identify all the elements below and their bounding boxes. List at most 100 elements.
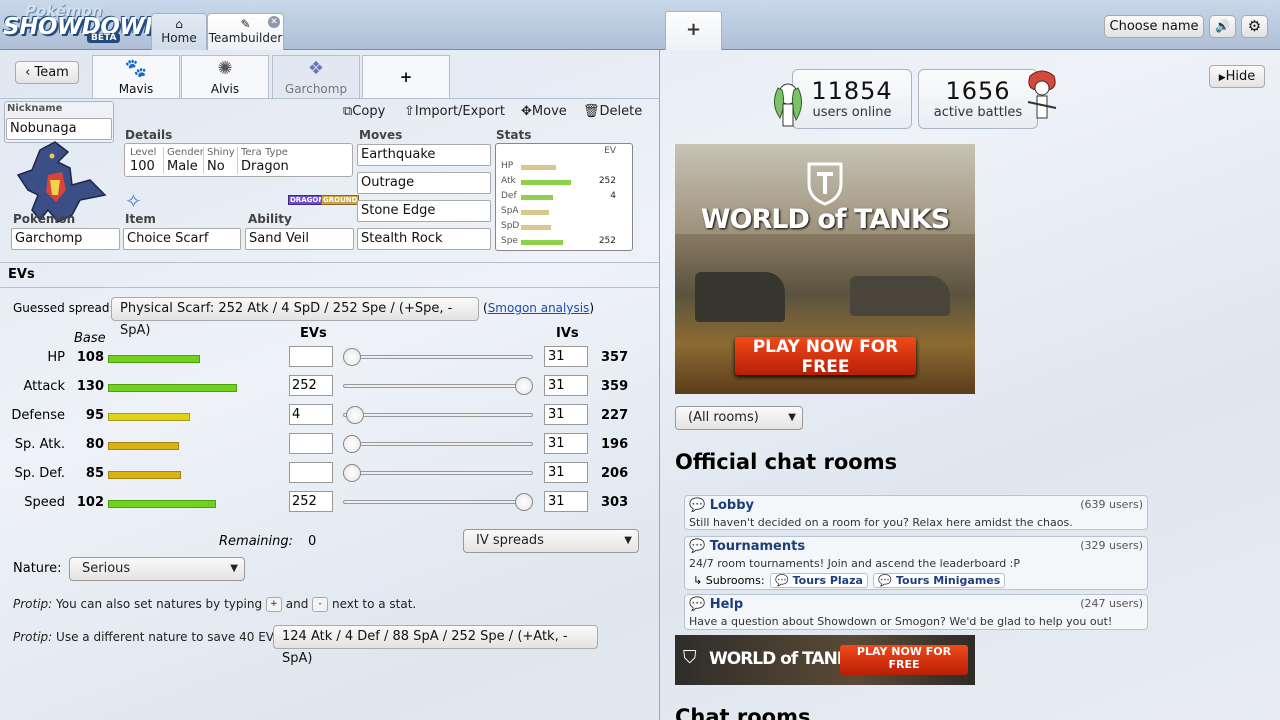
top-bar: Pokémon SHOWDOWN BETA ⌂ Home ✎ Teambuild…	[0, 0, 1280, 50]
details-box[interactable]: Level 100 Gender Male Shiny No Tera Type Dra…	[124, 143, 353, 177]
iv-spreads-select[interactable]: IV spreads ▼	[463, 529, 639, 553]
paren-close: )	[589, 301, 594, 315]
showdown-logo[interactable]: Pokémon SHOWDOWN BETA	[3, 2, 164, 46]
room-name-text: Lobby	[709, 498, 755, 513]
pokemon-input[interactable]: Garchomp	[11, 228, 120, 250]
move-2-input[interactable]: Outrage	[357, 172, 491, 194]
ev-input[interactable]: 4	[289, 404, 333, 425]
pokemon-tab-garchomp[interactable]: ❖ Garchomp	[272, 55, 360, 98]
stat-base-bar	[108, 500, 216, 508]
remaining-value: 0	[308, 534, 317, 549]
ev-input[interactable]: 252	[289, 375, 333, 396]
iv-input[interactable]: 31	[544, 491, 588, 512]
alvis-sprite-icon: ✺	[217, 58, 233, 79]
ev-slider-handle[interactable]	[346, 406, 364, 424]
new-tab-button[interactable]: +	[665, 11, 722, 50]
ev-slider-handle[interactable]	[343, 348, 361, 366]
mini-stat-row: SpA	[496, 205, 632, 219]
ad-play-button[interactable]: PLAY NOW FOR FREE	[840, 645, 968, 675]
subroom-tours-minigames[interactable]: 💬 Tours Minigames	[873, 573, 1006, 588]
ev-slider-track[interactable]	[343, 500, 533, 504]
alternate-spread-button[interactable]: 124 Atk / 4 Def / 88 SpA / 252 Spe / (+A…	[273, 625, 598, 666]
stats-summary-button[interactable]: EV HP Atk 252 Def 4 SpA SpD Spe 252	[495, 143, 633, 251]
back-to-team-button[interactable]: ‹ Team	[15, 61, 79, 84]
remaining-label: Remaining:	[219, 534, 293, 549]
base-column-header: Base	[74, 331, 106, 346]
close-icon[interactable]: ✕	[268, 16, 280, 28]
room-tournaments[interactable]: 💬 Tournaments (329 users) 24/7 room tour…	[684, 536, 1148, 590]
stat-name: Attack	[23, 379, 65, 394]
room-help[interactable]: 💬 Help (247 users) Have a question about…	[684, 594, 1148, 630]
stat-name: Sp. Def.	[14, 466, 65, 481]
item-input[interactable]: Choice Scarf	[123, 228, 241, 250]
ad-play-button[interactable]: PLAY NOW FOR FREE	[735, 337, 916, 377]
pokemon-label: Pokémon	[13, 212, 76, 226]
ev-input[interactable]: 252	[289, 491, 333, 512]
iv-input[interactable]: 31	[544, 433, 588, 454]
tab-home[interactable]: ⌂ Home	[151, 13, 207, 50]
room-filter-select[interactable]: (All rooms) ▼	[675, 406, 803, 430]
sound-icon[interactable]: 🔊	[1209, 15, 1236, 38]
ev-slider-handle[interactable]	[343, 464, 361, 482]
logo-main-text: SHOWDOWN	[3, 14, 164, 40]
protip-text: next to a stat.	[331, 597, 417, 611]
gender-value: Male	[167, 159, 198, 174]
delete-button[interactable]: 🗑Delete	[583, 104, 642, 119]
stat-base-value: 85	[85, 466, 104, 481]
subroom-tours-plaza[interactable]: 💬 Tours Plaza	[770, 573, 868, 588]
gear-icon[interactable]: ⚙	[1241, 15, 1268, 38]
advertisement-banner-small[interactable]: ⛉ WORLD of TANKS PLAY NOW FOR FREE	[675, 635, 975, 685]
home-icon: ⌂	[175, 17, 183, 31]
users-online-label: users online	[812, 105, 892, 120]
copy-button[interactable]: ⧉Copy	[343, 104, 385, 119]
ability-input[interactable]: Sand Veil	[245, 228, 354, 250]
move-button[interactable]: ✥Move	[521, 104, 567, 119]
mini-stat-name: SpD	[501, 221, 520, 231]
iv-input[interactable]: 31	[544, 375, 588, 396]
iv-input[interactable]: 31	[544, 404, 588, 425]
move-4-input[interactable]: Stealth Rock	[357, 228, 491, 250]
ev-slider-track[interactable]	[343, 355, 533, 359]
meloetta-sprite-icon	[774, 83, 802, 127]
guessed-spread-button[interactable]: Physical Scarf: 252 Atk / 4 SpD / 252 Sp…	[111, 297, 479, 338]
add-pokemon-tab[interactable]: +	[362, 55, 450, 98]
ev-slider-track[interactable]	[343, 413, 533, 417]
choice-scarf-item-icon: ✧	[125, 189, 142, 213]
tab-teambuilder[interactable]: ✎ Teambuilder ✕	[207, 13, 284, 50]
stat-base-bar	[108, 442, 179, 450]
ev-input[interactable]	[289, 346, 333, 367]
ev-slider-track[interactable]	[343, 442, 533, 446]
move-3-input[interactable]: Stone Edge	[357, 200, 491, 222]
iv-input[interactable]: 31	[544, 346, 588, 367]
chat-bubble-icon: 💬	[775, 574, 789, 587]
ivs-column-header: IVs	[556, 326, 579, 341]
advertisement-banner[interactable]: WORLD of TANKS PLAY NOW FOR FREE	[675, 144, 975, 394]
nickname-input[interactable]: Nobunaga	[6, 118, 112, 140]
hide-button[interactable]: ▶Hide	[1209, 65, 1265, 88]
pokemon-tab-alvis[interactable]: ✺ Alvis	[181, 55, 269, 98]
nature-select[interactable]: Serious ▼	[69, 557, 245, 581]
room-lobby[interactable]: 💬 Lobby (639 users) Still haven't decide…	[684, 495, 1148, 530]
ev-slider-handle[interactable]	[343, 435, 361, 453]
ev-slider-handle[interactable]	[515, 493, 533, 511]
users-online-counter[interactable]: 11854 users online	[792, 69, 912, 129]
smogon-analysis-link[interactable]: Smogon analysis	[488, 301, 590, 315]
nickname-box: Nickname Nobunaga	[4, 101, 114, 143]
protip-text: Use a different nature to save 40 EVs:	[56, 630, 285, 644]
hide-label: Hide	[1225, 69, 1256, 84]
ev-slider-track[interactable]	[343, 384, 533, 388]
choose-name-button[interactable]: Choose name	[1104, 15, 1204, 38]
room-user-count: (247 users)	[1080, 597, 1143, 610]
ev-input[interactable]	[289, 462, 333, 483]
import-export-button[interactable]: ⇧Import/Export	[404, 104, 505, 119]
ev-slider-handle[interactable]	[515, 377, 533, 395]
users-online-number: 11854	[811, 77, 893, 105]
room-description: 24/7 room tournaments! Join and ascend t…	[689, 557, 1021, 570]
pokemon-tab-mavis[interactable]: 🐾 Mavis	[92, 55, 180, 98]
ev-input[interactable]	[289, 433, 333, 454]
iv-input[interactable]: 31	[544, 462, 588, 483]
mini-stat-row: Atk 252	[496, 175, 632, 189]
move-1-input[interactable]: Earthquake	[357, 144, 491, 166]
details-label: Details	[125, 128, 173, 142]
ev-slider-track[interactable]	[343, 471, 533, 475]
